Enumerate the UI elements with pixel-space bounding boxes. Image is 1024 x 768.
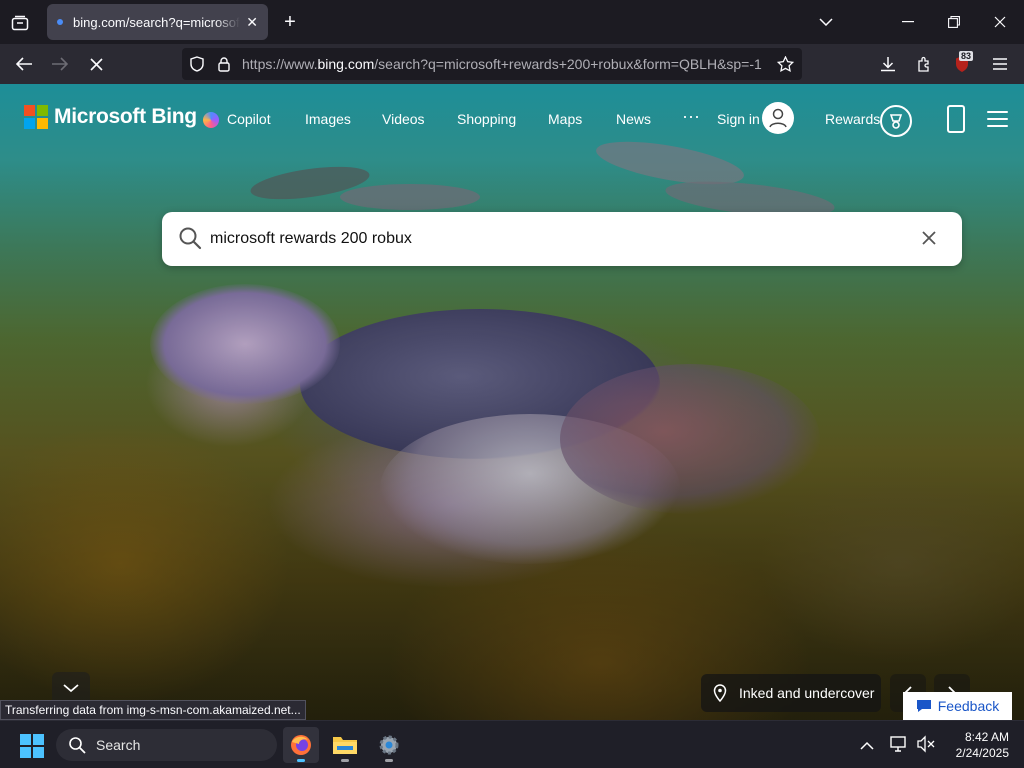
- address-bar[interactable]: https://www.bing.com/search?q=microsoft+…: [182, 48, 802, 80]
- firefox-taskbar-button[interactable]: [283, 727, 319, 763]
- microsoft-logo-icon: [24, 105, 48, 129]
- back-button[interactable]: [14, 54, 34, 74]
- close-tab-icon[interactable]: ✕: [246, 14, 258, 31]
- folder-icon: [333, 737, 357, 754]
- gear-icon: [379, 735, 399, 755]
- show-hidden-icons-icon[interactable]: [860, 738, 876, 752]
- volume-muted-icon[interactable]: [916, 735, 936, 755]
- system-clock[interactable]: 8:42 AM 2/24/2025: [943, 729, 1009, 761]
- scroll-down-button[interactable]: [52, 672, 90, 702]
- sign-in-link[interactable]: Sign in: [717, 111, 760, 127]
- close-window-button[interactable]: [990, 12, 1010, 32]
- feedback-button[interactable]: Feedback: [903, 692, 1012, 720]
- lock-icon[interactable]: [216, 55, 232, 73]
- copilot-icon: [203, 112, 219, 128]
- windows-logo-icon: [20, 734, 44, 758]
- shield-icon[interactable]: [188, 55, 206, 73]
- rewards-label[interactable]: Rewards: [825, 111, 880, 127]
- search-icon[interactable]: [178, 226, 202, 250]
- file-explorer-taskbar-button[interactable]: [327, 727, 363, 763]
- image-caption[interactable]: Inked and undercover: [701, 674, 881, 712]
- status-bar: Transferring data from img-s-msn-com.aka…: [0, 700, 306, 720]
- clear-search-icon[interactable]: [922, 231, 938, 247]
- taskbar: Search 8:42 AM 2/24/2025: [0, 720, 1024, 768]
- more-menu[interactable]: ···: [682, 106, 700, 127]
- taskbar-search[interactable]: Search: [56, 729, 277, 761]
- forward-button[interactable]: [50, 54, 70, 74]
- bing-header: Microsoft Bing Copilot Images Videos Sho…: [0, 84, 1024, 154]
- feedback-label: Feedback: [937, 698, 1000, 714]
- network-icon[interactable]: [890, 735, 910, 755]
- search-icon: [69, 737, 86, 754]
- firefox-icon: [291, 735, 311, 755]
- search-box: [162, 212, 962, 266]
- clock-date: 2/24/2025: [955, 746, 1009, 760]
- tab-title: bing.com/search?q=microsoft+rewards+200+…: [73, 14, 240, 30]
- caption-text: Inked and undercover: [739, 685, 875, 701]
- downloads-icon[interactable]: [878, 54, 898, 74]
- minimize-button[interactable]: [898, 12, 918, 32]
- nav-videos[interactable]: Videos: [382, 111, 425, 127]
- brand-name: Microsoft Bing: [54, 105, 197, 128]
- clock-time: 8:42 AM: [964, 730, 1009, 744]
- location-pin-icon: [713, 684, 727, 702]
- loading-icon: [57, 19, 63, 25]
- new-tab-button[interactable]: +: [280, 11, 300, 33]
- avatar[interactable]: [762, 102, 794, 134]
- hamburger-menu-icon[interactable]: [987, 111, 1008, 127]
- bing-logo[interactable]: Microsoft Bing: [24, 105, 197, 129]
- mobile-app-icon[interactable]: [947, 105, 965, 133]
- extensions-icon[interactable]: [914, 54, 934, 74]
- browser-tab[interactable]: bing.com/search?q=microsoft+rewards+200+…: [47, 4, 268, 40]
- background-shade: [0, 84, 1024, 720]
- start-button[interactable]: [20, 734, 44, 758]
- nav-shopping[interactable]: Shopping: [457, 111, 516, 127]
- url-text[interactable]: https://www.bing.com/search?q=microsoft+…: [242, 56, 772, 72]
- feedback-icon: [916, 700, 931, 712]
- nav-copilot[interactable]: Copilot: [227, 111, 271, 127]
- app-menu-icon[interactable]: [990, 54, 1010, 74]
- nav-images[interactable]: Images: [305, 111, 351, 127]
- bing-homepage: Microsoft Bing Copilot Images Videos Sho…: [0, 84, 1024, 720]
- nav-toolbar: https://www.bing.com/search?q=microsoft+…: [0, 44, 1024, 84]
- rewards-medal-icon[interactable]: [880, 105, 912, 137]
- stop-loading-button[interactable]: [86, 54, 106, 74]
- bookmark-star-icon[interactable]: [776, 55, 794, 73]
- tab-strip: bing.com/search?q=microsoft+rewards+200+…: [0, 0, 1024, 44]
- extension-badge: 83: [959, 51, 974, 61]
- list-all-tabs-icon[interactable]: [816, 12, 836, 32]
- tab-list-icon[interactable]: [8, 12, 32, 34]
- taskbar-search-label: Search: [96, 737, 141, 753]
- nav-maps[interactable]: Maps: [548, 111, 582, 127]
- restore-button[interactable]: [944, 12, 964, 32]
- nav-news[interactable]: News: [616, 111, 651, 127]
- settings-taskbar-button[interactable]: [371, 727, 407, 763]
- search-input[interactable]: [210, 226, 900, 252]
